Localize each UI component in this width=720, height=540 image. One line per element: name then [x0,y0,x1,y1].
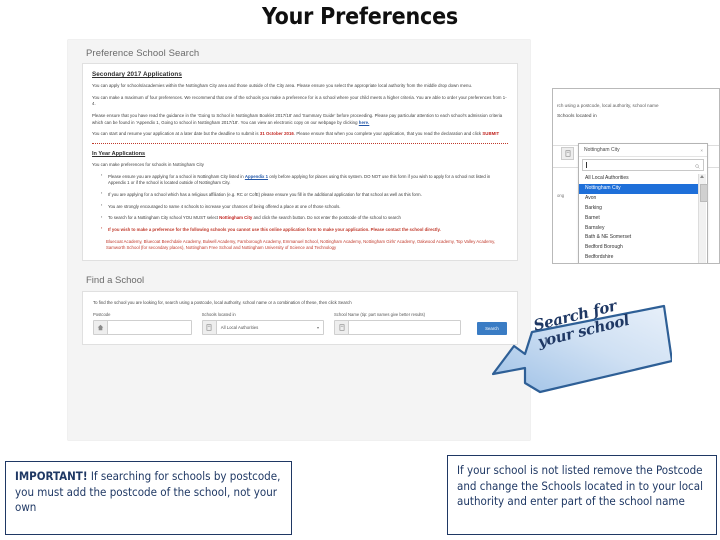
home-icon [94,321,108,335]
local-authority-label: Schools located in [201,312,236,318]
preference-school-search-screenshot: Preference School Search Secondary 2017 … [68,40,530,440]
find-a-school-heading: Find a School [86,275,145,287]
inset-side-text: ong [557,193,565,198]
bullet-text-a: Please ensure you are applying for a sch… [108,173,245,179]
panel-heading: Preference School Search [86,48,200,59]
postcode-input[interactable] [108,321,191,335]
local-authority-select[interactable]: All Local Authorities ▾ [201,320,325,336]
dropdown-option-list[interactable]: All Local Authorities Nottingham City Av… [579,173,708,263]
school-not-listed-note: If your school is not listed remove the … [447,455,717,535]
in-year-heading: In Year Applications [92,150,146,157]
dropdown-search-input[interactable] [582,159,704,171]
building-icon [202,321,217,335]
list-item: To search for a Nottingham City school Y… [101,215,508,222]
paragraph-3-text: Please ensure that you have read the gui… [92,112,503,125]
guidance-bullet-list: Please ensure you are applying for a sch… [92,173,508,234]
dropdown-selected-row[interactable]: Nottingham City × [579,144,707,157]
appendix-link[interactable]: Appendix 1 [245,174,268,179]
important-postcode-note: IMPORTANT! If searching for schools by p… [5,461,292,535]
paragraph-4-text-a: You can start and resume your applicatio… [92,131,260,137]
search-for-your-school-callout: Search for your school [492,297,672,398]
local-authority-dropdown-screenshot: rch using a postcode, local authority, s… [552,88,720,264]
local-authority-field-group: Schools located in All Local Authorities… [201,312,325,336]
school-name-field-group: School Name (tip: part names give better… [334,312,461,336]
close-icon[interactable]: × [700,148,703,153]
inset-schools-located-in-label: Schools located in [557,114,597,119]
bullet-text-b: and click the search button. Do not ente… [252,215,401,221]
list-item: If you wish to make a preference for the… [101,226,508,234]
dropdown-option[interactable]: Avon [579,194,707,204]
submit-emphasis: SUBMIT [482,131,500,137]
dropdown-option[interactable]: Barnsley [579,223,707,233]
excluded-schools-list: Bluecoat Academy, Bluecoat Beechdale Aca… [106,238,496,251]
paragraph-1: You can apply for schools/academies with… [92,83,473,88]
building-icon [561,147,574,160]
building-icon [335,321,350,335]
dropdown-scrollbar[interactable] [698,174,708,263]
search-field-row: Postcode Schools located in All Local Au… [93,312,507,336]
scrollbar-thumb[interactable] [699,184,708,202]
deadline-date: 31 October 2016 [259,131,294,137]
list-item: If you are applying for a school which h… [101,191,508,199]
inset-top-text: rch using a postcode, local authority, s… [557,103,659,108]
list-item: Please ensure you are applying for a sch… [101,173,508,187]
here-link[interactable]: here. [359,120,370,125]
paragraph-4-text-b: . Please ensure that when you complete y… [293,131,483,137]
dropdown-option[interactable]: All Local Authorities [579,174,707,184]
dropdown-panel[interactable]: Nottingham City × All Local Authorities … [578,143,708,263]
dropdown-option-selected[interactable]: Nottingham City [579,183,698,194]
dropdown-option[interactable]: Bath & NE Somerset [579,233,707,243]
dropdown-option[interactable]: Bedfordshire [579,253,707,263]
local-authority-value[interactable]: All Local Authorities [216,321,314,335]
note-emphasis: IMPORTANT! [15,469,88,483]
paragraph-3: Please ensure that you have read the gui… [92,113,508,126]
search-icon [695,156,700,174]
postcode-label: Postcode [93,312,111,318]
school-name-input-group[interactable] [334,320,461,336]
chevron-up-icon[interactable] [700,175,704,178]
section-heading: Secondary 2017 Applications [92,71,182,78]
paragraph-2: You can make a maximum of four preferenc… [92,94,507,107]
find-a-school-intro: To find the school you are looking for, … [93,300,352,306]
find-a-school-card: To find the school you are looking for, … [82,291,518,346]
school-name-label: School Name (tip: part names give better… [334,312,426,318]
nottingham-city-emphasis: Nottingham City [219,215,253,221]
dropdown-option[interactable]: Barnet [579,214,707,224]
dropdown-option[interactable]: Barking [579,204,707,214]
find-a-school-section: Find a School To find the school you are… [68,275,530,346]
text-cursor [586,162,587,168]
postcode-field-group: Postcode [93,312,192,336]
applications-info-card: Secondary 2017 Applications You can appl… [82,63,518,262]
chevron-down-icon[interactable]: ▾ [313,321,323,334]
page-title: Your Preferences [261,4,459,30]
dropdown-option[interactable]: Bedford Borough [579,243,707,253]
paragraph-4: You can start and resume your applicatio… [92,131,508,138]
in-year-intro: You can make preferences for schools in … [92,161,204,167]
divider [92,142,508,144]
school-name-input[interactable] [349,321,460,335]
list-item: You are strongly encouraged to name 4 sc… [101,203,508,211]
bullet-text-a: To search for a Nottingham City school Y… [108,215,220,221]
postcode-input-group[interactable] [93,320,192,336]
dropdown-selected-value: Nottingham City [584,147,620,153]
